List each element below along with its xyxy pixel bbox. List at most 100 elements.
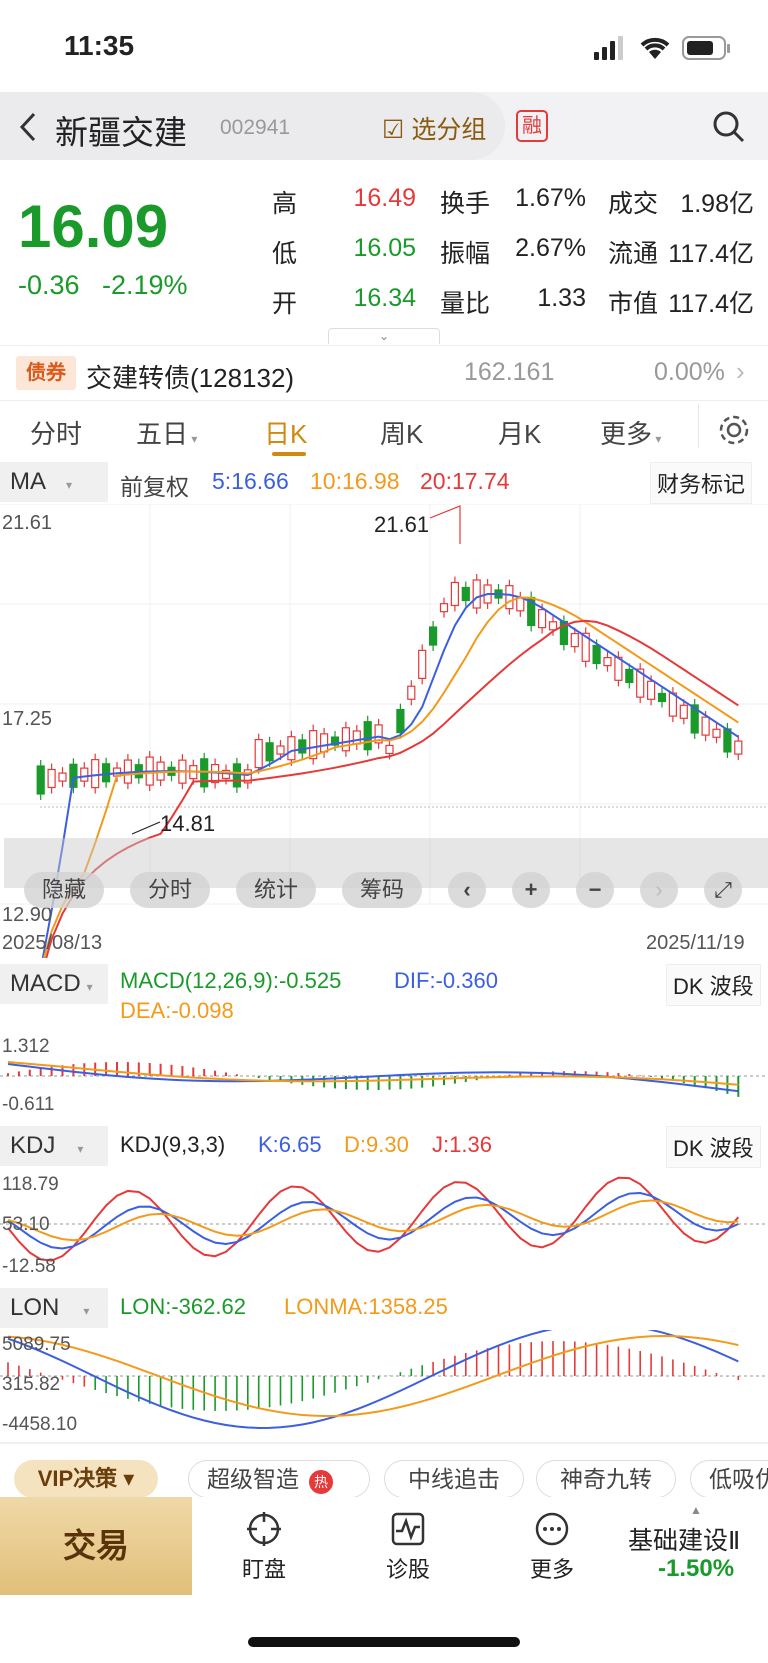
- chip-nine-turns[interactable]: 神奇九转: [536, 1460, 676, 1498]
- scroll-left-icon[interactable]: ‹: [448, 872, 486, 908]
- kline-y-mid: 17.25: [2, 708, 53, 730]
- macd-wave-button[interactable]: DK 波段: [666, 964, 761, 1006]
- add-to-group-button[interactable]: ☑ 选分组: [382, 110, 486, 146]
- trade-button[interactable]: 交易: [0, 1497, 192, 1595]
- candle-body: [232, 763, 241, 788]
- last-price: 16.09: [18, 193, 169, 260]
- candle-body: [548, 621, 558, 631]
- low-marker-line: [131, 821, 161, 835]
- quote-value: 16.34: [353, 284, 416, 312]
- lonma-value: LONMA:1358.25: [284, 1294, 448, 1319]
- hide-button[interactable]: 隐藏: [24, 872, 104, 908]
- more-button[interactable]: 更多: [520, 1511, 584, 1584]
- statistics-button[interactable]: 统计: [236, 872, 316, 908]
- indicator-select-lon[interactable]: LON ▾: [0, 1288, 108, 1328]
- candle-body: [287, 736, 296, 761]
- chip-super-manufacturing[interactable]: 超级智造热: [188, 1460, 370, 1498]
- expand-quote-icon[interactable]: ⌄: [328, 328, 440, 344]
- indicator-select-ma[interactable]: MA ▾: [0, 462, 108, 502]
- bond-change: 0.00%: [654, 358, 725, 386]
- kdj-chart[interactable]: [0, 1168, 768, 1276]
- watch-button[interactable]: 盯盘: [232, 1511, 296, 1584]
- candle-body: [439, 603, 449, 613]
- quote-label: 量比: [440, 290, 491, 318]
- search-icon[interactable]: [712, 110, 746, 144]
- kdj-y-mid: 53.10: [2, 1214, 50, 1235]
- clock: 11:35: [64, 30, 135, 61]
- candle-body: [352, 730, 361, 745]
- price-change-pct: -2.19%: [102, 270, 188, 300]
- financial-mark-button[interactable]: 财务标记: [650, 462, 753, 504]
- tab-weekly-k[interactable]: 周K: [380, 414, 423, 451]
- candle-body: [657, 692, 667, 703]
- lon-label: LON: [10, 1294, 60, 1321]
- tab-more[interactable]: 更多 ▾: [600, 414, 661, 451]
- zoom-out-icon[interactable]: −: [576, 872, 614, 908]
- candle-body: [603, 657, 612, 667]
- tab-five-day-label: 五日: [136, 419, 189, 449]
- tab-daily-k[interactable]: 日K: [264, 414, 307, 451]
- indicator-select-kdj[interactable]: KDJ ▾: [0, 1126, 108, 1166]
- zoom-in-icon[interactable]: +: [512, 872, 550, 908]
- kdj-j: J:1.36: [432, 1132, 492, 1157]
- adjust-type[interactable]: 前复权: [120, 468, 189, 502]
- convertible-bond-row[interactable]: 债券 交建转债(128132) 162.161 0.00% ›: [0, 345, 768, 401]
- quote-label: 市值: [608, 290, 659, 318]
- diagnose-button[interactable]: 诊股: [376, 1511, 440, 1584]
- home-indicator: [248, 1637, 520, 1647]
- indicator-select-macd[interactable]: MACD ▾: [0, 964, 108, 1004]
- sector-change: -1.50%: [658, 1555, 735, 1582]
- low-marker-label: 14.81: [160, 811, 216, 836]
- kdj-params: KDJ(9,3,3): [120, 1132, 226, 1157]
- quote-value: 1.67%: [515, 184, 586, 212]
- lon-y-bottom: -4458.10: [2, 1414, 78, 1435]
- kdj-d: D:9.30: [344, 1132, 409, 1157]
- macd-chart[interactable]: [0, 1024, 768, 1120]
- tab-intraday[interactable]: 分时: [30, 414, 82, 451]
- lon-chart[interactable]: [0, 1330, 768, 1442]
- candle-body: [396, 709, 405, 734]
- quote-label: 振幅: [440, 240, 491, 268]
- macd-dea: DEA:-0.098: [120, 998, 234, 1023]
- intraday-button[interactable]: 分时: [130, 872, 210, 908]
- fullscreen-icon[interactable]: ⤢: [704, 872, 742, 908]
- back-icon[interactable]: [18, 112, 38, 142]
- hot-badge: 热: [309, 1470, 333, 1494]
- status-bar: 11:35: [0, 0, 768, 90]
- candle-body: [265, 742, 274, 762]
- vip-decision-button[interactable]: VIP决策 ▾: [14, 1460, 158, 1498]
- add-to-group-label: 选分组: [411, 116, 487, 144]
- date-start: 2025/08/13: [2, 932, 103, 954]
- expand-up-icon[interactable]: ▲: [690, 1503, 702, 1517]
- kdj-k: K:6.65: [258, 1132, 322, 1157]
- quote-value: 1.33: [537, 284, 586, 312]
- k-line: [7, 1191, 739, 1250]
- checkbox-icon: ☑: [382, 116, 405, 144]
- tab-monthly-k[interactable]: 月K: [498, 414, 541, 451]
- chip-mid-term[interactable]: 中线追击: [384, 1460, 524, 1498]
- margin-trading-badge[interactable]: 融: [516, 110, 548, 142]
- bond-name: 交建转债(128132): [86, 363, 295, 393]
- candle-body: [254, 739, 263, 769]
- chevron-right-icon: ›: [736, 356, 745, 386]
- candle-body: [341, 727, 350, 752]
- chips-button[interactable]: 筹码: [342, 872, 422, 908]
- candle-body: [679, 704, 688, 719]
- candle-body: [276, 745, 285, 755]
- chip-low-buy[interactable]: 低吸优: [690, 1460, 768, 1498]
- tab-five-day[interactable]: 五日 ▾: [136, 414, 197, 451]
- candle-body: [592, 644, 601, 665]
- gear-icon[interactable]: [716, 412, 752, 448]
- candle-body: [36, 765, 45, 795]
- scroll-right-icon[interactable]: ›: [640, 872, 678, 908]
- macd-y-top: 1.312: [2, 1036, 50, 1057]
- quote-label: 低: [272, 240, 298, 268]
- candle-body: [701, 716, 710, 736]
- diagnose-label: 诊股: [385, 1557, 430, 1582]
- macd-y-bottom: -0.611: [2, 1094, 55, 1115]
- macd-label: MACD: [10, 970, 81, 997]
- sector-name[interactable]: 基础建设Ⅱ: [628, 1521, 740, 1557]
- kdj-wave-button[interactable]: DK 波段: [666, 1126, 761, 1168]
- stock-code: 002941: [220, 116, 291, 139]
- quote-label: 流通: [608, 240, 659, 268]
